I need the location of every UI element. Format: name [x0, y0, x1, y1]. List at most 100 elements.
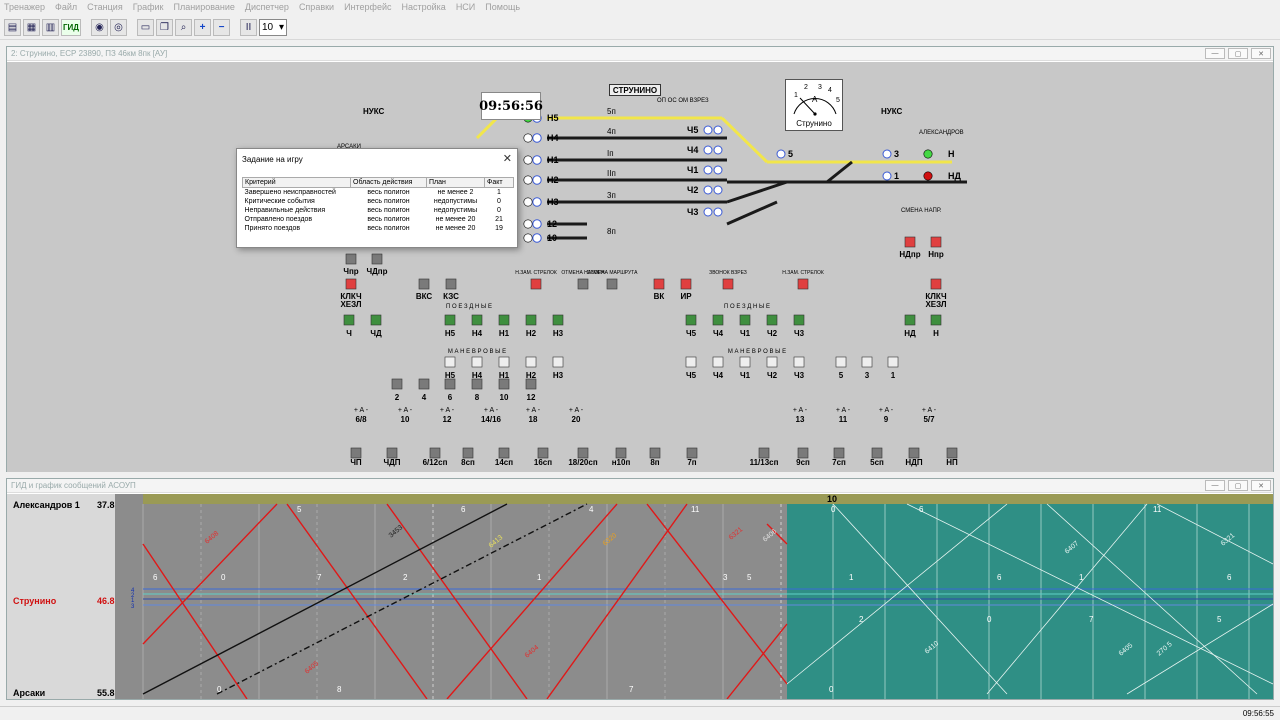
maximize-icon[interactable]: ▢: [1228, 480, 1248, 491]
maximize-icon[interactable]: ▢: [1228, 48, 1248, 59]
route-button[interactable]: [793, 314, 805, 326]
route-button[interactable]: [793, 356, 805, 368]
column-header[interactable]: Область действия: [350, 177, 427, 188]
route-button[interactable]: [444, 356, 456, 368]
route-button[interactable]: [552, 356, 564, 368]
entry-button[interactable]: [930, 236, 942, 248]
pause-button[interactable]: II: [240, 19, 257, 36]
speed-select[interactable]: 10 ▾: [259, 19, 287, 36]
close-icon[interactable]: ✕: [503, 152, 512, 165]
section-button[interactable]: [386, 447, 398, 459]
vks-button[interactable]: [418, 278, 430, 290]
route-button[interactable]: [498, 356, 510, 368]
route-button[interactable]: [685, 314, 697, 326]
route-button[interactable]: [391, 378, 403, 390]
klkch-button[interactable]: [345, 278, 357, 290]
section-button[interactable]: [498, 447, 510, 459]
search-icon[interactable]: ⌕: [175, 19, 192, 36]
menu-item-interface[interactable]: Интерфейс: [344, 2, 391, 12]
gid-button[interactable]: ГИД: [61, 19, 81, 36]
menu-item-trainer[interactable]: Тренажер: [4, 2, 45, 12]
route-button[interactable]: [370, 314, 382, 326]
section-button[interactable]: [908, 447, 920, 459]
route-button[interactable]: [444, 314, 456, 326]
route-button[interactable]: [739, 356, 751, 368]
section-button[interactable]: [537, 447, 549, 459]
section-button[interactable]: [649, 447, 661, 459]
section-button[interactable]: [577, 447, 589, 459]
switch-control-icon[interactable]: + A -: [484, 407, 499, 414]
menu-item-settings[interactable]: Настройка: [402, 2, 446, 12]
cancel-route-button[interactable]: [606, 278, 618, 290]
route-button[interactable]: [861, 356, 873, 368]
section-button[interactable]: [946, 447, 958, 459]
section-button[interactable]: [429, 447, 441, 459]
route-button[interactable]: [471, 356, 483, 368]
section-button[interactable]: [615, 447, 627, 459]
section-button[interactable]: [797, 447, 809, 459]
book-icon[interactable]: ▤: [4, 19, 21, 36]
section-button[interactable]: [350, 447, 362, 459]
route-button[interactable]: [739, 314, 751, 326]
route-button[interactable]: [685, 356, 697, 368]
windows-icon[interactable]: ❐: [156, 19, 173, 36]
route-button[interactable]: [930, 314, 942, 326]
column-header[interactable]: Критерий: [242, 177, 351, 188]
menu-item-file[interactable]: Файл: [55, 2, 77, 12]
switch-control-icon[interactable]: + A -: [569, 407, 584, 414]
strelok-button[interactable]: [530, 278, 542, 290]
close-icon[interactable]: ✕: [1251, 48, 1271, 59]
section-button[interactable]: [462, 447, 474, 459]
window-icon[interactable]: ▭: [137, 19, 154, 36]
route-button[interactable]: [887, 356, 899, 368]
vk-button[interactable]: [653, 278, 665, 290]
section-button[interactable]: [833, 447, 845, 459]
menu-item-graph[interactable]: График: [133, 2, 164, 12]
route-button[interactable]: [712, 314, 724, 326]
cancel-set-button[interactable]: [577, 278, 589, 290]
bell-button[interactable]: [722, 278, 734, 290]
close-icon[interactable]: ✕: [1251, 480, 1271, 491]
route-button[interactable]: [498, 314, 510, 326]
minimize-icon[interactable]: —: [1205, 48, 1225, 59]
switch-control-icon[interactable]: + A -: [398, 407, 413, 414]
klkch-button[interactable]: [930, 278, 942, 290]
minimize-icon[interactable]: —: [1205, 480, 1225, 491]
switch-control-icon[interactable]: + A -: [526, 407, 541, 414]
menu-item-reference[interactable]: Справки: [299, 2, 334, 12]
route-button[interactable]: [525, 378, 537, 390]
eye-icon[interactable]: ◉: [91, 19, 108, 36]
switch-control-icon[interactable]: + A -: [440, 407, 455, 414]
switch-control-icon[interactable]: + A -: [354, 407, 369, 414]
route-button[interactable]: [766, 356, 778, 368]
eye-settings-icon[interactable]: ◎: [110, 19, 127, 36]
route-button[interactable]: [712, 356, 724, 368]
menu-item-planning[interactable]: Планирование: [173, 2, 234, 12]
column-header[interactable]: План: [426, 177, 485, 188]
route-button[interactable]: [444, 378, 456, 390]
switch-control-icon[interactable]: + A -: [922, 407, 937, 414]
entry-button[interactable]: [371, 253, 383, 265]
kzs-button[interactable]: [445, 278, 457, 290]
route-button[interactable]: [471, 314, 483, 326]
route-button[interactable]: [418, 378, 430, 390]
section-button[interactable]: [758, 447, 770, 459]
switch-control-icon[interactable]: + A -: [879, 407, 894, 414]
route-button[interactable]: [766, 314, 778, 326]
entry-button[interactable]: [904, 236, 916, 248]
route-button[interactable]: [498, 378, 510, 390]
route-button[interactable]: [343, 314, 355, 326]
section-button[interactable]: [871, 447, 883, 459]
menu-item-nsi[interactable]: НСИ: [456, 2, 475, 12]
section-button[interactable]: [686, 447, 698, 459]
chart-icon[interactable]: ▥: [42, 19, 59, 36]
zoom-in-icon[interactable]: +: [194, 19, 211, 36]
entry-button[interactable]: [345, 253, 357, 265]
column-header[interactable]: Факт: [484, 177, 514, 188]
route-button[interactable]: [904, 314, 916, 326]
zoom-out-icon[interactable]: −: [213, 19, 230, 36]
switch-control-icon[interactable]: + A -: [793, 407, 808, 414]
route-button[interactable]: [525, 356, 537, 368]
ir-button[interactable]: [680, 278, 692, 290]
route-button[interactable]: [525, 314, 537, 326]
